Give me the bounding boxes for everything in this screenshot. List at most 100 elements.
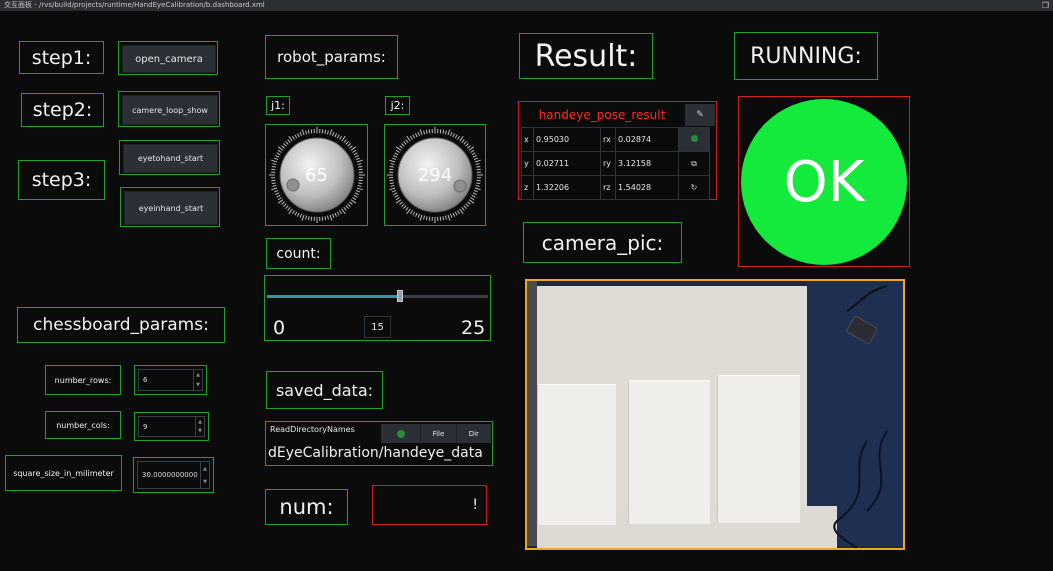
number-rows-label-box: number_rows: [45, 365, 121, 395]
x-label: x [521, 127, 534, 152]
window-titlebar: 交互面板 - /rvs/build/projects/runtime/HandE… [0, 0, 1053, 11]
status-indicator [381, 424, 420, 443]
j1-value: 65 [305, 164, 328, 186]
ry-value: 3.12158 [615, 151, 679, 176]
eyeinhand-start-button-label: eyeinhand_start [124, 191, 218, 225]
pose-row-y: y 0.02711 ry 3.12158 ⧉ [521, 151, 710, 176]
ry-label: ry [600, 151, 616, 176]
directory-path-field[interactable]: dEyeCalibration/handeye_data [268, 445, 490, 464]
refresh-icon[interactable]: ↻ [678, 175, 710, 200]
count-max: 25 [461, 317, 486, 339]
count-min: 0 [273, 317, 286, 339]
num-value: ! [472, 497, 478, 513]
edit-icon[interactable]: ✎ [685, 104, 715, 126]
read-directory-title: ReadDirectoryNames [270, 425, 355, 434]
eyetohand-start-button[interactable]: eyetohand_start [119, 140, 220, 175]
directory-path[interactable]: dEyeCalibration/handeye_data [268, 445, 483, 461]
open-camera-button[interactable]: open_camera [118, 41, 218, 75]
camera-pic-title-box: camera_pic: [523, 222, 682, 263]
status-action[interactable] [678, 127, 710, 152]
y-value: 0.02711 [533, 151, 601, 176]
image-box-middle [628, 380, 710, 524]
pose-row-x: x 0.95030 rx 0.02874 [521, 127, 710, 152]
number-cols-value[interactable]: 9 [143, 423, 147, 431]
chessboard-params-title: chessboard_params: [33, 315, 209, 335]
read-directory-widget: ReadDirectoryNames File Dir dEyeCalibrat… [265, 421, 493, 466]
running-title: RUNNING: [750, 43, 862, 69]
pose-result-title: handeye_pose_result [538, 108, 666, 122]
status-dot-icon [396, 429, 405, 438]
window-title: 交互面板 - /rvs/build/projects/runtime/HandE… [4, 1, 265, 9]
saved-data-title-box: saved_data: [266, 371, 383, 409]
step2-label: step2: [32, 99, 93, 121]
rx-label: rx [600, 127, 616, 152]
count-slider-handle[interactable] [397, 290, 403, 302]
read-directory-toolbar: File Dir [381, 424, 491, 443]
number-rows-value[interactable]: 6 [143, 376, 147, 384]
spin-up-icon[interactable]: ▲ [198, 419, 202, 425]
square-size-spinbox[interactable]: 30.0000000000 ▲ ▼ [133, 457, 214, 493]
window-restore-icon[interactable]: ❐ [1042, 0, 1049, 11]
eyeinhand-start-button[interactable]: eyeinhand_start [120, 187, 220, 227]
z-value: 1.32206 [533, 175, 601, 200]
spin-up-icon[interactable]: ▲ [203, 466, 207, 472]
camera-image [525, 279, 905, 550]
number-cols-spinbox[interactable]: 9 ▲ ▼ [134, 412, 209, 441]
number-cols-label-box: number_cols: [45, 411, 121, 439]
num-label: num: [279, 495, 334, 519]
j1-dial[interactable]: 65 [265, 124, 368, 226]
square-size-label: square_size_in_milimeter [13, 468, 114, 478]
image-cable [833, 285, 888, 548]
rz-value: 1.54028 [615, 175, 679, 200]
j2-label-box: j2: [385, 96, 410, 115]
j2-dial[interactable]: 294 [384, 124, 486, 226]
result-title-box: Result: [519, 33, 653, 79]
rz-label: rz [600, 175, 616, 200]
dir-button[interactable]: Dir [455, 424, 491, 443]
spin-down-icon[interactable]: ▼ [203, 479, 207, 485]
camera-loop-show-button-label: camere_loop_show [122, 95, 218, 125]
camera-pic-title: camera_pic: [541, 230, 664, 255]
image-box-left [537, 384, 616, 525]
status-indicator-panel: OK [738, 96, 910, 267]
dir-button-label: Dir [468, 429, 479, 438]
step3-label: step3: [31, 169, 92, 191]
spin-down-icon[interactable]: ▼ [196, 382, 200, 388]
spin-up-icon[interactable]: ▲ [196, 372, 200, 378]
square-size-value[interactable]: 30.0000000000 [142, 471, 198, 479]
num-value-box: ! [372, 485, 487, 525]
z-label: z [521, 175, 534, 200]
chessboard-params-title-box: chessboard_params: [17, 307, 225, 343]
spin-down-icon[interactable]: ▼ [198, 428, 202, 434]
j2-label: j2: [390, 99, 405, 112]
eyetohand-start-button-label: eyetohand_start [123, 144, 218, 173]
pose-row-z: z 1.32206 rz 1.54028 ↻ [521, 175, 710, 200]
step1-label-box: step1: [19, 41, 104, 74]
number-rows-spinbox[interactable]: 6 ▲ ▼ [134, 365, 207, 395]
robot-params-title: robot_params: [277, 48, 386, 66]
num-label-box: num: [265, 489, 348, 525]
count-label: count: [276, 245, 321, 262]
step3-label-box: step3: [18, 160, 105, 200]
count-label-box: count: [266, 238, 331, 269]
open-camera-button-label: open_camera [122, 45, 216, 73]
file-button[interactable]: File [420, 424, 455, 443]
j1-label-box: j1: [266, 96, 290, 115]
status-ok-indicator: OK [741, 99, 907, 265]
number-rows-label: number_rows: [54, 375, 112, 385]
step2-label-box: step2: [21, 93, 104, 127]
pose-result-panel: handeye_pose_result ✎ x 0.95030 rx 0.028… [518, 101, 717, 200]
count-value: 15 [371, 321, 384, 333]
rx-value: 0.02874 [615, 127, 679, 152]
file-button-label: File [432, 429, 445, 438]
square-size-label-box: square_size_in_milimeter [5, 455, 122, 491]
robot-params-title-box: robot_params: [265, 35, 398, 79]
y-label: y [521, 151, 534, 176]
status-text: OK [783, 149, 865, 215]
step1-label: step1: [31, 46, 92, 69]
status-dot-icon [690, 135, 698, 142]
j2-value: 294 [417, 164, 453, 186]
camera-loop-show-button[interactable]: camere_loop_show [118, 91, 220, 127]
count-value-box: 15 [364, 316, 391, 338]
copy-icon[interactable]: ⧉ [678, 151, 710, 176]
